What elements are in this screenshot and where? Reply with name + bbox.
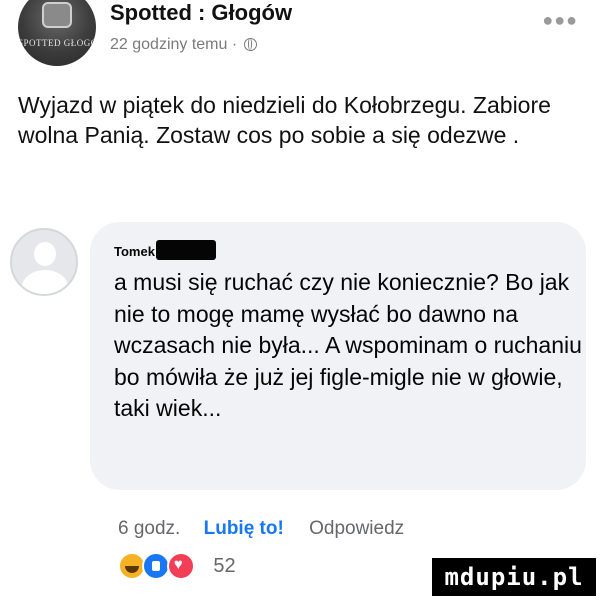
watermark-logo: mdupiu.pl <box>432 558 596 596</box>
comment-avatar[interactable] <box>10 228 78 296</box>
meta-separator: · <box>231 36 238 53</box>
post-meta: 22 godziny temu · <box>110 36 257 54</box>
more-options-icon[interactable]: ●●● <box>542 10 578 31</box>
reply-button[interactable]: Odpowiedz <box>309 518 404 539</box>
reactions-summary[interactable]: 52 <box>118 552 236 582</box>
comment-bubble: Tomek a musi się ruchać czy nie konieczn… <box>90 222 586 490</box>
avatar-body-shape <box>22 270 68 294</box>
comment-text: a musi się ruchać czy nie koniecznie? Bo… <box>114 269 582 421</box>
post-body: Wyjazd w piątek do niedzieli do Kołobrze… <box>18 92 551 148</box>
redacted-name-bar <box>156 240 216 260</box>
comment-author[interactable]: Tomek <box>114 244 155 259</box>
page-emblem-icon <box>42 2 72 28</box>
like-button[interactable]: Lubię to! <box>204 518 284 539</box>
page-avatar[interactable]: SPOTTED GŁOGÓW <box>18 0 96 66</box>
love-icon <box>166 552 195 580</box>
reaction-count: 52 <box>213 554 236 577</box>
post-timestamp[interactable]: 22 godziny temu <box>110 36 227 53</box>
comment-actions: 6 godz. Lubię to! Odpowiedz <box>118 518 404 540</box>
avatar-caption: SPOTTED GŁOGÓW <box>18 38 96 48</box>
comment-time[interactable]: 6 godz. <box>118 518 180 539</box>
page-title[interactable]: Spotted : Głogów <box>110 0 292 26</box>
post-header: SPOTTED GŁOGÓW Spotted : Głogów 22 godzi… <box>18 0 588 74</box>
globe-icon <box>243 38 257 51</box>
avatar-head-shape <box>34 242 56 266</box>
